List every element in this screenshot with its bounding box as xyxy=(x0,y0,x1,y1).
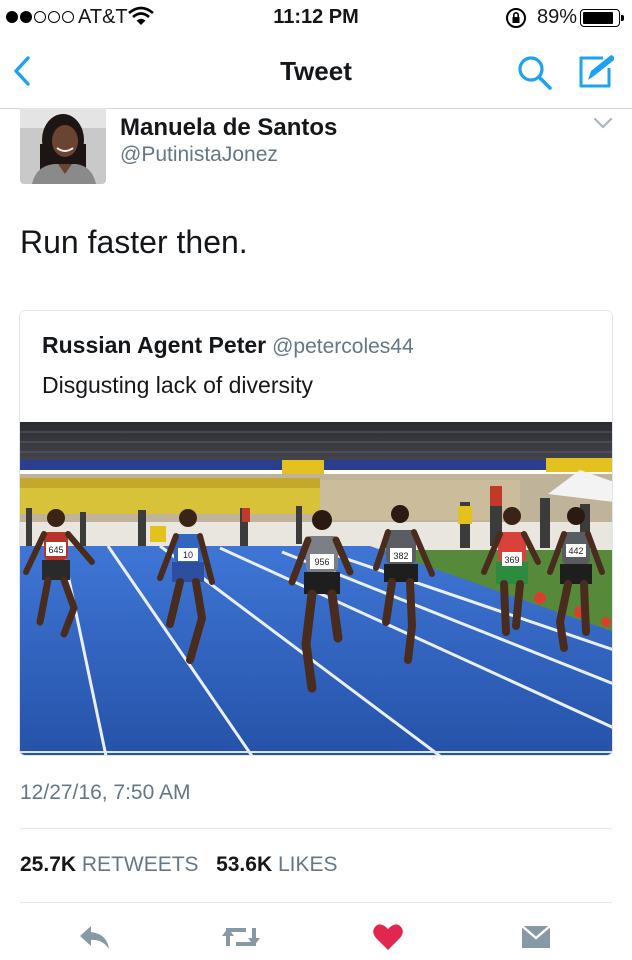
tweet-text: Run faster then. xyxy=(20,224,248,260)
divider xyxy=(20,902,612,903)
retweets-count[interactable]: 25.7K xyxy=(20,853,76,876)
search-icon[interactable] xyxy=(516,54,554,92)
quoted-author-handle: @petercoles44 xyxy=(272,335,414,358)
author-name[interactable]: Manuela de Santos xyxy=(120,114,337,142)
bib-956: 956 xyxy=(314,557,329,567)
likes-count[interactable]: 53.6K xyxy=(216,853,272,876)
battery-percent: 89% xyxy=(537,6,578,28)
retweets-label[interactable]: RETWEETS xyxy=(82,853,199,876)
likes-label[interactable]: LIKES xyxy=(278,853,338,876)
retweet-icon[interactable] xyxy=(220,922,262,952)
chevron-down-icon[interactable] xyxy=(592,116,614,130)
tweet-stats: 25.7K RETWEETS 53.6K LIKES xyxy=(20,853,338,877)
message-icon[interactable] xyxy=(520,922,552,952)
like-icon[interactable] xyxy=(372,922,404,952)
rotation-lock-icon xyxy=(506,8,526,28)
quoted-tweet-photo[interactable]: 645 10 956 382 369 442 xyxy=(20,422,613,756)
battery-icon xyxy=(580,9,624,27)
quoted-author-name: Russian Agent Peter xyxy=(42,332,267,358)
compose-icon[interactable] xyxy=(575,52,617,92)
divider xyxy=(20,828,612,829)
author-handle[interactable]: @PutinistaJonez xyxy=(120,143,278,167)
bib-645: 645 xyxy=(48,545,63,555)
quoted-tweet-text: Disgusting lack of diversity xyxy=(42,372,313,398)
nav-bar: Tweet xyxy=(0,38,632,109)
bib-10: 10 xyxy=(183,550,193,560)
bib-369: 369 xyxy=(504,555,519,565)
avatar[interactable] xyxy=(20,108,106,184)
bib-442: 442 xyxy=(568,546,583,556)
status-bar: AT&T 11:12 PM 89% xyxy=(0,0,632,36)
reply-icon[interactable] xyxy=(78,922,112,952)
tweet-timestamp: 12/27/16, 7:50 AM xyxy=(20,781,191,804)
bib-382: 382 xyxy=(393,551,408,561)
quoted-tweet-card[interactable]: Russian Agent Peter @petercoles44 Disgust… xyxy=(19,310,613,756)
